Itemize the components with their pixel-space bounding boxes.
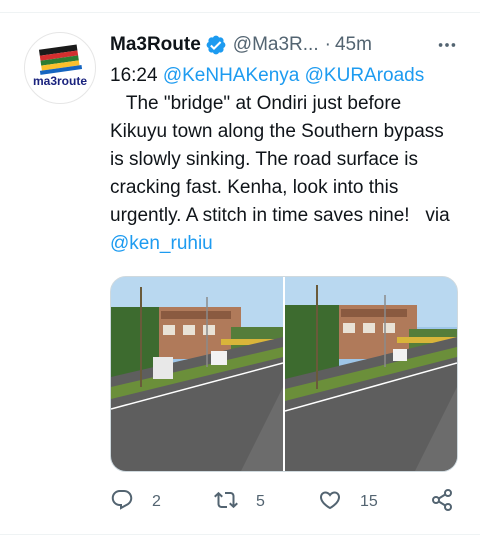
road-photo-2[interactable] (285, 277, 457, 471)
tweet-text-prefix: 16:24 (110, 65, 163, 86)
author-handle[interactable]: @Ma3R... (233, 34, 319, 56)
like-button[interactable]: 15 (318, 486, 378, 518)
road-photo-1[interactable] (111, 277, 283, 471)
more-horizontal-icon[interactable] (434, 32, 460, 58)
tweet-text-body: The "bridge" at Ondiri just before Kikuy… (110, 93, 450, 226)
mention-kenha[interactable]: @KeNHAKenya (163, 65, 300, 86)
heart-icon (318, 488, 342, 517)
tweet-text: 16:24 @KeNHAKenya @KURAroads The "bridge… (110, 62, 460, 258)
reply-count: 2 (152, 493, 161, 510)
media-grid (110, 276, 458, 472)
timestamp[interactable]: 45m (335, 34, 372, 56)
top-divider (0, 12, 480, 13)
reply-icon (110, 488, 134, 517)
retweet-count: 5 (256, 493, 265, 510)
mention-kura[interactable]: @KURAroads (305, 65, 425, 86)
action-bar: 2 5 15 (110, 486, 460, 518)
separator-dot: · (324, 34, 331, 55)
mention-ken-ruhiu[interactable]: @ken_ruhiu (110, 233, 213, 254)
like-count: 15 (360, 493, 378, 510)
bottom-divider (0, 534, 480, 535)
tweet-header: Ma3Route @Ma3R... · 45m (110, 32, 460, 58)
reply-button[interactable]: 2 (110, 486, 161, 518)
ma3route-logo: ma3route (33, 44, 87, 88)
share-button[interactable] (430, 486, 454, 518)
retweet-icon (214, 488, 238, 517)
retweet-button[interactable]: 5 (214, 486, 265, 518)
author-name[interactable]: Ma3Route (110, 34, 201, 56)
logo-text: ma3route (33, 74, 87, 88)
share-icon (430, 488, 454, 517)
verified-badge-icon (205, 34, 227, 56)
avatar[interactable]: ma3route (24, 32, 96, 104)
